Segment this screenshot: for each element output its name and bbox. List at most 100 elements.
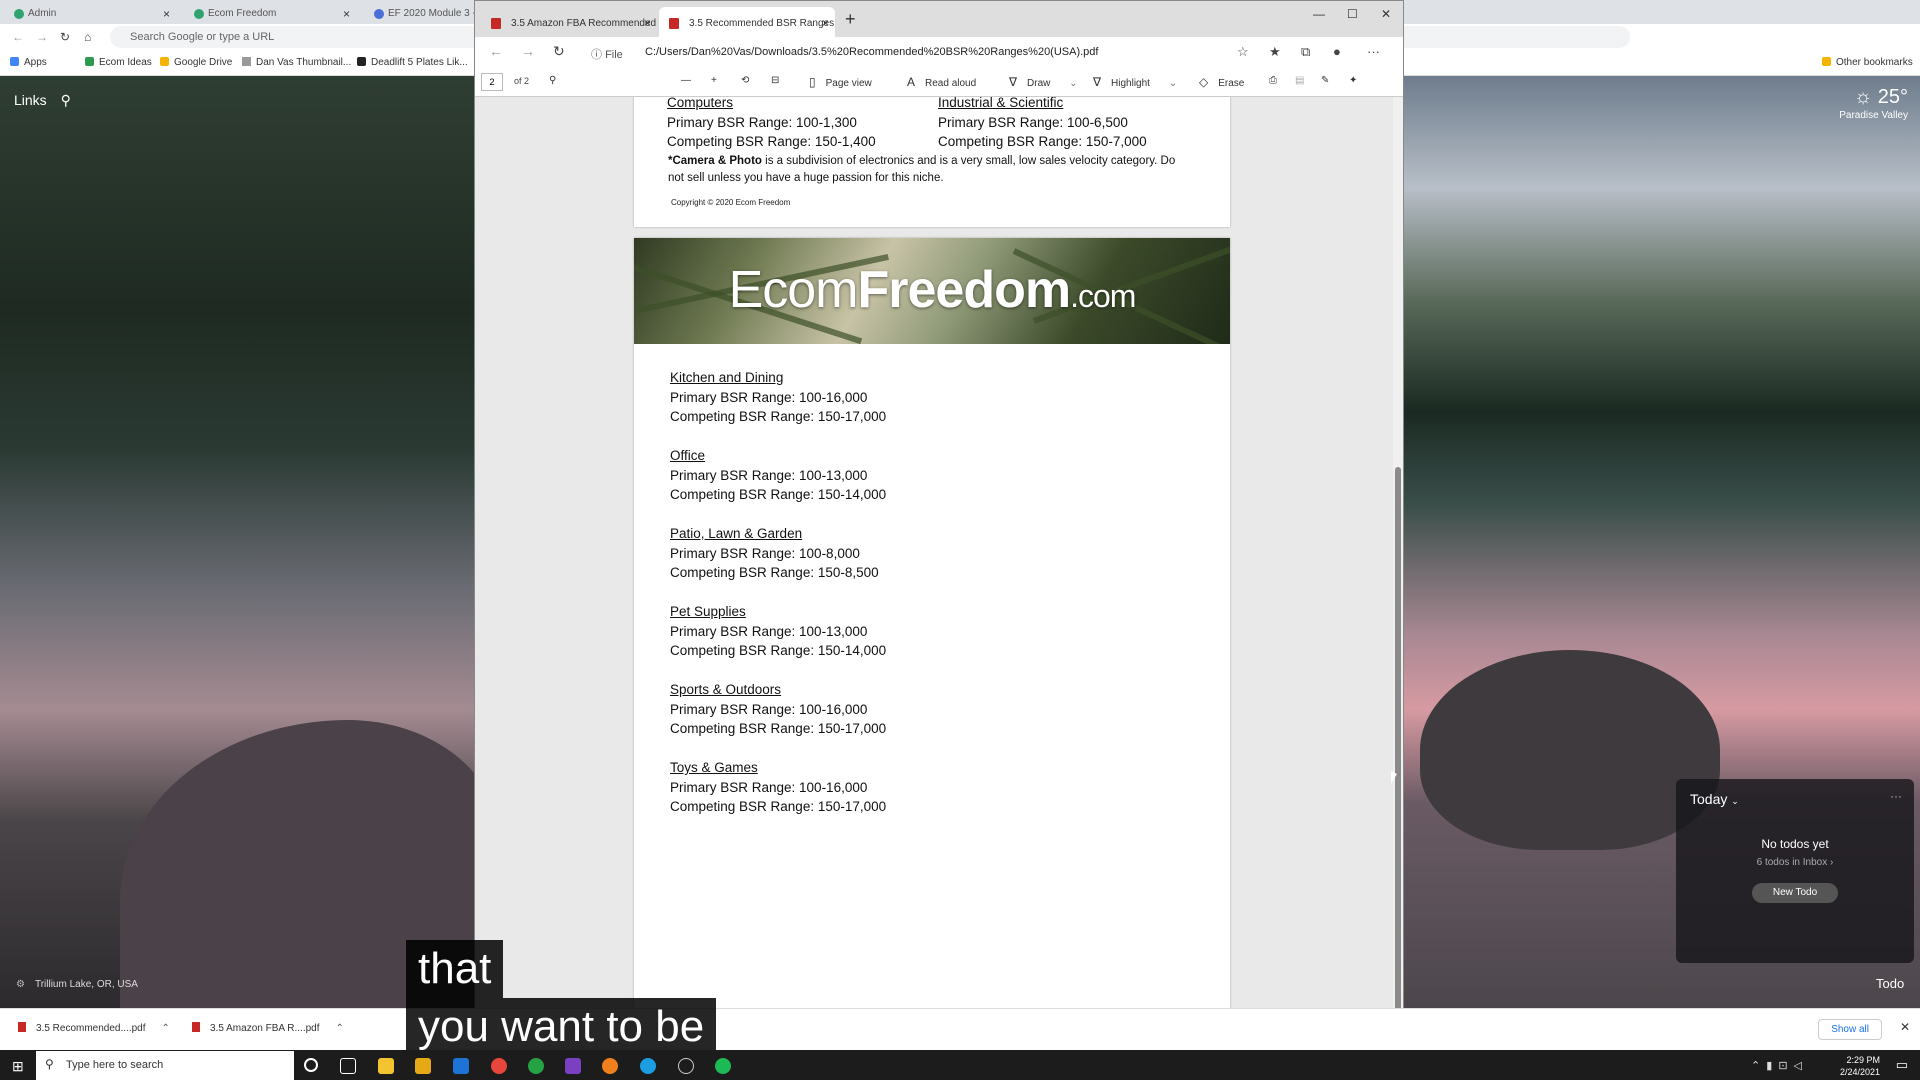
windows-start-icon[interactable]: ⊞ <box>12 1058 24 1075</box>
todo-inbox-link[interactable]: 6 todos in Inbox › <box>1676 857 1914 868</box>
app-icon[interactable] <box>602 1058 618 1074</box>
download-item[interactable]: 3.5 Amazon FBA R....pdf ⌃ <box>192 1022 344 1034</box>
forward-icon[interactable]: → <box>521 43 535 59</box>
store-icon[interactable] <box>415 1058 431 1074</box>
primary-range: Primary BSR Range: 100-16,000 <box>670 701 868 717</box>
highlight-button[interactable]: ∇ Highlight ⌄ <box>1093 75 1177 89</box>
copyright: Copyright © 2020 Ecom Freedom <box>671 198 791 207</box>
close-icon[interactable]: ✕ <box>1900 1020 1910 1034</box>
minimize-icon[interactable]: — <box>1313 7 1325 21</box>
category-title: Patio, Lawn & Garden <box>670 526 803 541</box>
taskbar-search[interactable]: ⚲ Type here to search <box>36 1051 294 1080</box>
clock[interactable]: 2:29 PM 2/24/2021 <box>1840 1054 1880 1078</box>
forward-icon[interactable]: → <box>36 30 48 44</box>
download-item[interactable]: 3.5 Recommended....pdf ⌃ <box>18 1022 170 1034</box>
page-number-input[interactable]: 2 <box>481 73 503 91</box>
reload-icon[interactable]: ↻ <box>553 43 565 60</box>
save-as-icon[interactable]: ✎ <box>1321 75 1329 86</box>
search-icon: ⚲ <box>45 1057 54 1071</box>
category-block: Kitchen and Dining Primary BSR Range: 10… <box>670 368 886 427</box>
close-icon[interactable]: × <box>163 7 170 21</box>
bookmark-other[interactable]: Other bookmarks <box>1822 57 1913 68</box>
spotify-icon[interactable] <box>715 1058 731 1074</box>
search-icon[interactable]: ⚲ <box>61 92 71 108</box>
video-subtitle: that <box>406 940 504 998</box>
back-icon[interactable]: ← <box>12 30 24 44</box>
scrollbar-thumb[interactable] <box>1395 467 1401 1017</box>
close-icon[interactable]: × <box>822 16 829 30</box>
fit-page-icon[interactable]: ⊟ <box>771 75 779 86</box>
file-explorer-icon[interactable] <box>378 1058 394 1074</box>
zoom-in-icon[interactable]: + <box>711 75 717 86</box>
chevron-up-icon[interactable]: ⌃ <box>162 1023 170 1034</box>
cortana-icon[interactable] <box>304 1058 318 1072</box>
more-icon[interactable]: ··· <box>1367 44 1380 59</box>
category-title: Computers <box>667 97 734 110</box>
category-block: Toys & Games Primary BSR Range: 100-16,0… <box>670 758 886 817</box>
app-icon[interactable] <box>528 1058 544 1074</box>
url-field[interactable]: C:/Users/Dan%20Vas/Downloads/3.5%20Recom… <box>645 46 1098 58</box>
back-icon[interactable]: ← <box>489 43 503 59</box>
slack-icon[interactable] <box>565 1058 581 1074</box>
camera-photo-note: *Camera & Photo is a subdivision of elec… <box>668 155 1176 184</box>
page-view-button[interactable]: ▯ Page view <box>809 75 872 89</box>
task-view-icon[interactable] <box>340 1058 356 1074</box>
new-todo-button[interactable]: New Todo <box>1752 883 1838 903</box>
weather-widget[interactable]: ☼ 25° Paradise Valley <box>1838 86 1908 121</box>
print-icon[interactable]: ⎙ <box>1269 75 1277 86</box>
close-icon[interactable]: × <box>343 7 350 21</box>
bookmark-google-drive[interactable]: Google Drive <box>160 57 232 68</box>
show-all-button[interactable]: Show all <box>1818 1019 1882 1040</box>
chrome-tab-admin[interactable]: Admin × <box>0 3 176 24</box>
site-info[interactable]: ⓘ File <box>591 46 623 62</box>
chrome-icon[interactable] <box>491 1058 507 1074</box>
primary-range: Primary BSR Range: 100-8,000 <box>670 545 860 561</box>
pin-icon[interactable]: ✦ <box>1349 75 1357 86</box>
edge-tab-bsr-ranges[interactable]: 3.5 Recommended BSR Ranges (× <box>659 7 835 37</box>
search-icon[interactable]: ⚲ <box>549 75 556 86</box>
chevron-up-icon[interactable]: ⌃ <box>336 1023 344 1034</box>
rock-image <box>1420 650 1720 850</box>
download-bar: 3.5 Recommended....pdf ⌃ 3.5 Amazon FBA R… <box>0 1008 1920 1050</box>
system-tray[interactable]: ⌃▮⊡◁ <box>1751 1059 1808 1072</box>
close-icon[interactable]: × <box>644 16 651 30</box>
favorites-icon[interactable]: ★ <box>1269 44 1281 60</box>
save-icon[interactable]: ▤ <box>1295 75 1304 86</box>
todo-toggle[interactable]: Todo <box>1876 976 1904 991</box>
erase-button[interactable]: ◇ Erase <box>1199 75 1244 89</box>
add-favorite-icon[interactable]: ☆ <box>1237 44 1249 60</box>
notification-icon[interactable]: ▭ <box>1896 1057 1908 1073</box>
edge-icon[interactable] <box>640 1058 656 1074</box>
more-icon[interactable]: ··· <box>1890 789 1902 803</box>
profile-icon[interactable]: ● <box>1333 44 1341 59</box>
bookmark-thumbnail[interactable]: Dan Vas Thumbnail... <box>242 57 351 68</box>
pdf-viewer[interactable]: Computers Primary BSR Range: 100-1,300 C… <box>475 97 1393 1051</box>
gear-icon[interactable]: ⚙ <box>16 979 25 990</box>
bookmark-ecom-ideas[interactable]: Ecom Ideas <box>85 57 152 68</box>
pdf-scrollbar[interactable] <box>1393 97 1403 1051</box>
links-button[interactable]: Links ⚲ <box>14 92 71 109</box>
mail-icon[interactable] <box>453 1058 469 1074</box>
todo-list-selector[interactable]: Today ⌄ <box>1690 791 1739 807</box>
competing-range: Competing BSR Range: 150-7,000 <box>938 134 1147 149</box>
bookmark-deadlift[interactable]: Deadlift 5 Plates Lik... <box>357 57 468 68</box>
category-block: Patio, Lawn & Garden Primary BSR Range: … <box>670 524 879 583</box>
chevron-down-icon: ⌄ <box>1168 78 1178 89</box>
home-icon[interactable]: ⌂ <box>84 30 91 44</box>
weather-location: Paradise Valley <box>1839 110 1908 121</box>
category-block: Industrial & Scientific Primary BSR Rang… <box>938 97 1147 152</box>
draw-button[interactable]: ∇ Draw ⌄ <box>1009 75 1078 89</box>
close-window-icon[interactable]: ✕ <box>1381 7 1391 21</box>
read-aloud-button[interactable]: A Read aloud <box>907 75 976 89</box>
maximize-icon[interactable]: ☐ <box>1347 7 1358 21</box>
rotate-icon[interactable]: ⟲ <box>741 75 749 86</box>
new-tab-icon[interactable]: + <box>845 9 856 30</box>
bookmark-apps[interactable]: Apps <box>10 57 47 68</box>
app-icon[interactable] <box>678 1058 694 1074</box>
edge-window: 3.5 Amazon FBA Recommended × 3.5 Recommen… <box>474 0 1404 1051</box>
edge-tab-amazon-fba[interactable]: 3.5 Amazon FBA Recommended × <box>481 7 657 37</box>
collections-icon[interactable]: ⧉ <box>1301 44 1310 60</box>
reload-icon[interactable]: ↻ <box>60 30 70 44</box>
zoom-out-icon[interactable]: — <box>681 75 691 86</box>
chrome-tab-ecom-freedom[interactable]: Ecom Freedom × <box>180 3 356 24</box>
